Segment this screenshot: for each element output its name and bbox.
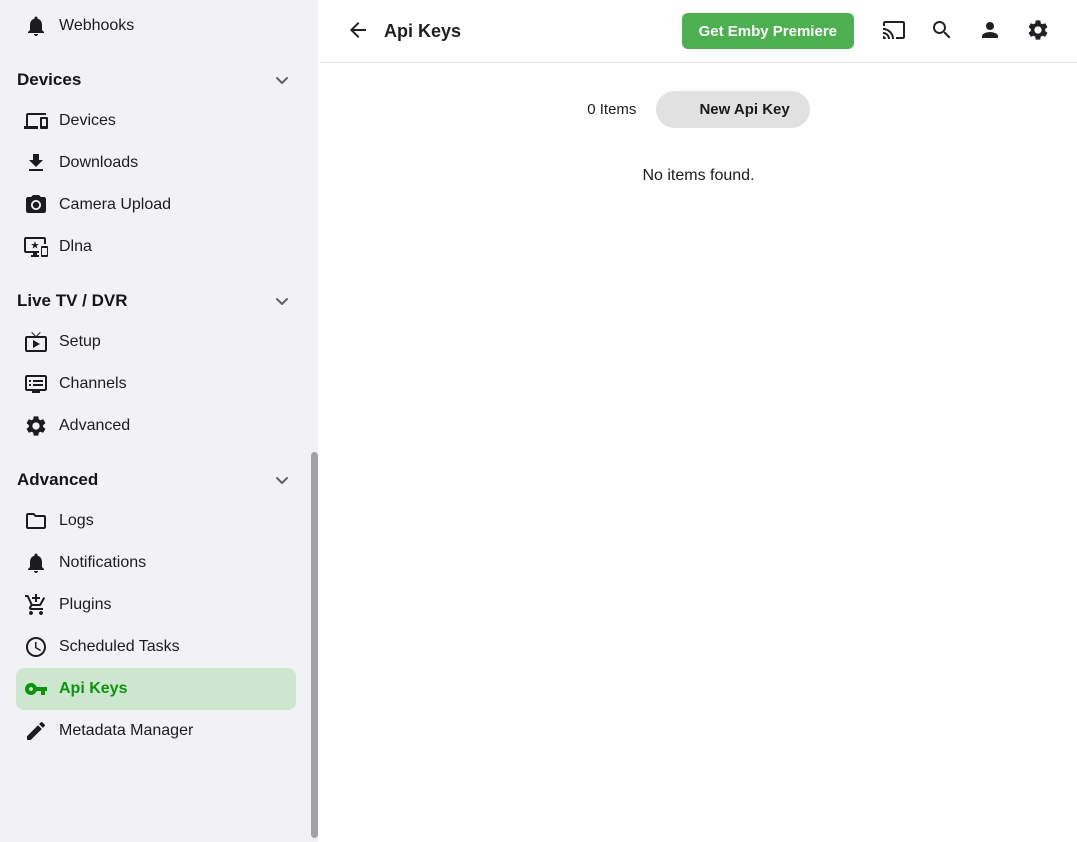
main-area: Api Keys Get Emby Premiere 0 Items New A… [320,0,1077,842]
download-icon [24,151,48,175]
sidebar-item-downloads[interactable]: Downloads [16,142,296,184]
sidebar-item-advanced[interactable]: Advanced [16,405,296,447]
bell-icon [24,551,48,575]
sidebar-item-label: Api Keys [59,680,127,698]
sidebar-item-label: Downloads [59,154,138,172]
sidebar-item-plugins[interactable]: Plugins [16,584,296,626]
key-icon [24,677,48,701]
camera-icon [24,193,48,217]
section-label: Live TV / DVR [17,291,128,311]
gear-icon [24,414,48,438]
empty-message: No items found. [642,167,754,185]
folder-icon [24,509,48,533]
chevron-down-icon [270,468,294,492]
sidebar-item-camera-upload[interactable]: Camera Upload [16,184,296,226]
sidebar-item-label: Notifications [59,554,146,572]
sidebar-item-label: Webhooks [59,17,134,35]
content: 0 Items New Api Key No items found. [320,63,1077,185]
items-count: 0 Items [587,101,636,118]
chevron-down-icon [270,289,294,313]
section-label: Advanced [17,470,98,490]
items-toolbar: 0 Items New Api Key [587,91,810,128]
person-icon [978,18,1002,45]
person-button[interactable] [978,19,1002,43]
sidebar-scrollbar-thumb[interactable] [311,452,318,838]
sidebar-section-live-tv-dvr[interactable]: Live TV / DVR [0,281,320,321]
sidebar-item-channels[interactable]: Channels [16,363,296,405]
bell-icon [24,14,48,38]
sidebar-item-notifications[interactable]: Notifications [16,542,296,584]
new-api-key-button[interactable]: New Api Key [656,91,809,128]
sidebar-item-label: Plugins [59,596,111,614]
search-icon [930,18,954,45]
back-icon [346,18,370,45]
dvr-icon [24,372,48,396]
sidebar-item-logs[interactable]: Logs [16,500,296,542]
sidebar: Webhooks Devices Devices Downloads Camera Up… [0,0,320,842]
sidebar-item-label: Logs [59,512,94,530]
sidebar-section-advanced[interactable]: Advanced [0,460,320,500]
cart-plus-icon [24,593,48,617]
get-emby-premiere-button[interactable]: Get Emby Premiere [682,13,854,49]
sidebar-item-metadata-manager[interactable]: Metadata Manager [16,710,296,752]
back-button[interactable] [346,19,370,43]
topbar: Api Keys Get Emby Premiere [320,0,1077,63]
sidebar-nav: Webhooks Devices Devices Downloads Camera Up… [0,0,320,752]
sidebar-item-label: Setup [59,333,101,351]
sidebar-item-label: Dlna [59,238,92,256]
sidebar-item-label: Devices [59,112,116,130]
sidebar-item-api-keys[interactable]: Api Keys [16,668,296,710]
sidebar-item-label: Metadata Manager [59,722,193,740]
topbar-icon-group [882,19,1050,43]
plus-icon [671,100,690,119]
live-tv-icon [24,330,48,354]
page-title: Api Keys [384,21,682,42]
settings-button[interactable] [1026,19,1050,43]
devices-icon [24,109,48,133]
sidebar-item-label: Channels [59,375,127,393]
cast-icon [882,18,906,45]
sidebar-item-webhooks[interactable]: Webhooks [16,5,296,47]
sidebar-item-label: Advanced [59,417,130,435]
sidebar-item-devices[interactable]: Devices [16,100,296,142]
cast-button[interactable] [882,19,906,43]
sidebar-section-devices[interactable]: Devices [0,60,320,100]
pencil-icon [24,719,48,743]
emby-admin-app: Webhooks Devices Devices Downloads Camera Up… [0,0,1077,842]
topbar-actions: Get Emby Premiere [682,13,1050,49]
important-devices-icon [24,235,48,259]
sidebar-item-label: Camera Upload [59,196,171,214]
settings-icon [1026,18,1050,45]
chevron-down-icon [270,68,294,92]
new-api-key-label: New Api Key [699,101,789,118]
sidebar-item-label: Scheduled Tasks [59,638,180,656]
sidebar-item-scheduled-tasks[interactable]: Scheduled Tasks [16,626,296,668]
sidebar-item-dlna[interactable]: Dlna [16,226,296,268]
sidebar-item-setup[interactable]: Setup [16,321,296,363]
search-button[interactable] [930,19,954,43]
clock-icon [24,635,48,659]
section-label: Devices [17,70,81,90]
